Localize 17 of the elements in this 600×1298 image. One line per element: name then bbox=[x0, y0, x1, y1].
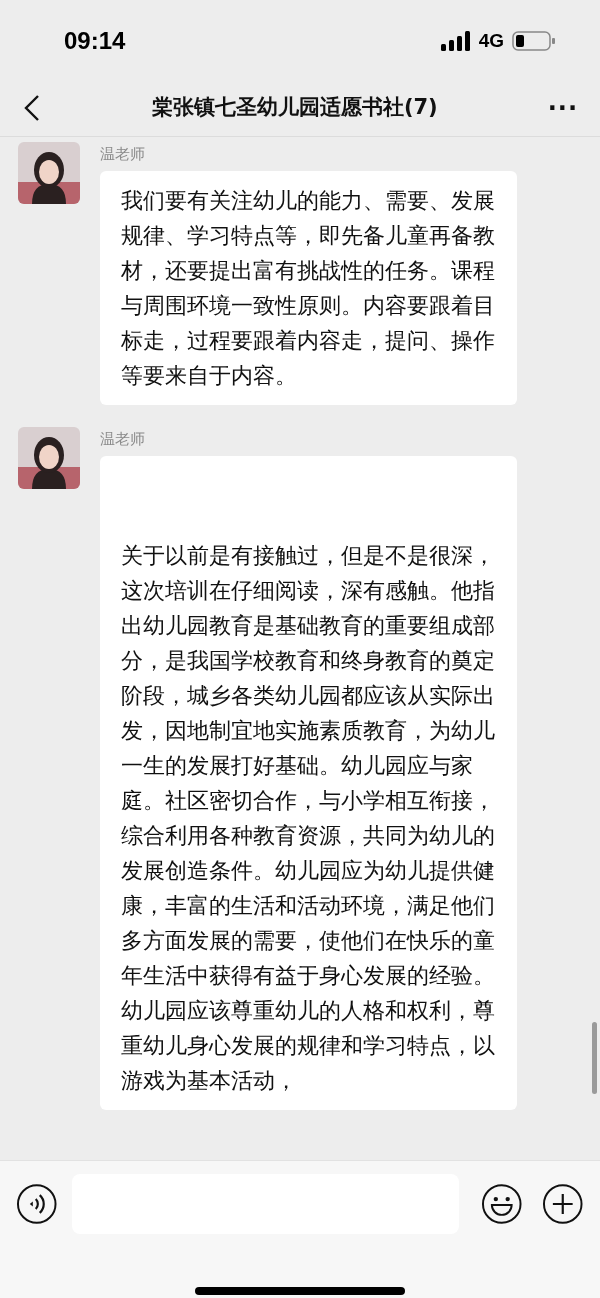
battery-icon bbox=[512, 31, 556, 51]
sender-name: 温老师 bbox=[100, 429, 146, 449]
emoji-icon[interactable] bbox=[480, 1183, 523, 1225]
signal-icon bbox=[440, 31, 471, 51]
network-label: 4G bbox=[478, 28, 504, 53]
back-icon[interactable] bbox=[22, 94, 42, 122]
status-time: 09:14 bbox=[64, 26, 126, 56]
avatar-icon[interactable] bbox=[18, 427, 80, 489]
chat-title: 棠张镇七圣幼儿园适愿书社(7) bbox=[150, 94, 439, 122]
more-button[interactable]: ··· bbox=[547, 90, 578, 126]
voice-icon[interactable] bbox=[16, 1183, 58, 1225]
message-bubble: 关于以前是有接触过，但是不是很深，这次培训在仔细阅读，深有感触。他指出幼儿园教育是基础教育的重要组成部分，是我国学校教育和终身教育的奠定阶段，城乡各类幼儿园都应该从实际出发，因地制宜地实施素质教育，为幼儿一生的发展打好基础。幼儿园应与家庭。社区密切合作，与小学相互衔接，综合利用各种教育资源，共同为幼儿的发展创造条件。幼儿园应为幼儿提供健康，丰富的生活和活动环境，满足他们多方面发展的需要，使他们在快乐的童年生活中获得有益于身心发展的经验。幼儿园应该尊重幼儿的人格和权利，尊重幼儿身心发展的规律和学习特点，以游戏为基本活动， bbox=[100, 456, 517, 1110]
add-icon[interactable] bbox=[542, 1183, 584, 1225]
scroll-indicator bbox=[592, 1022, 597, 1094]
sender-name: 温老师 bbox=[100, 144, 146, 164]
message-bubble: 我们要有关注幼儿的能力、需要、发展规律、学习特点等，即先备儿童再备教材，还要提出富有挑战性的任务。课程与周围环境一致性原则。内容要跟着目标走，过程要跟着内容走，提问、操作等要来自于内容。 bbox=[100, 171, 517, 405]
avatar-icon[interactable] bbox=[18, 142, 80, 204]
